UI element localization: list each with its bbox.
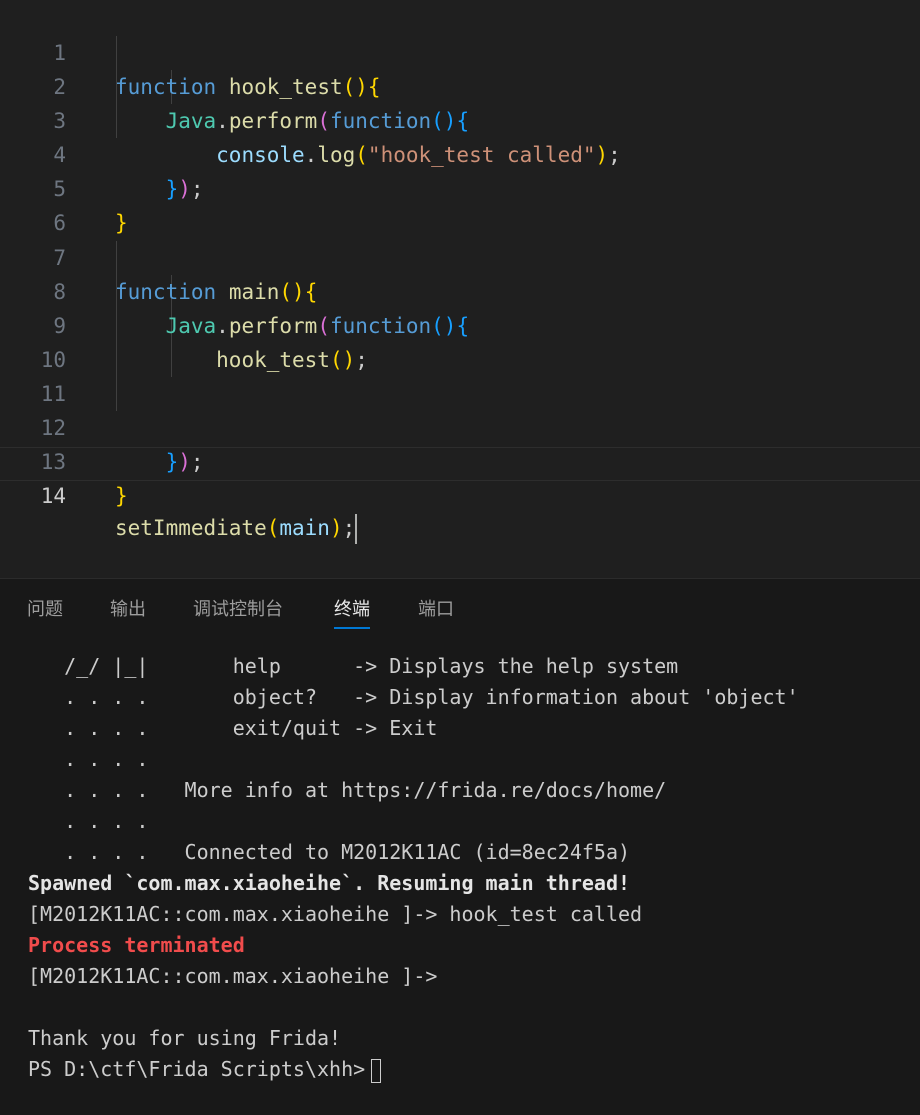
tab-ports[interactable]: 端口 [418,597,454,623]
bottom-panel: 问题 输出 调试控制台 终端 端口 /_/ |_| help -> Displa… [0,578,920,1115]
tab-problems[interactable]: 问题 [27,597,63,623]
code-line[interactable]: 11 [0,343,920,406]
terminal-line: . . . . exit/quit -> Exit [28,716,438,740]
panel-tabs: 问题 输出 调试控制台 终端 端口 [0,579,920,639]
terminal-line: . . . . [28,809,149,833]
tab-terminal[interactable]: 终端 [334,597,370,629]
code-line[interactable]: 9 hook_test(); [0,275,920,372]
terminal-error-line: Process terminated [28,933,245,957]
terminal-line: . . . . [28,747,149,771]
terminal-ps-prompt[interactable]: PS D:\ctf\Frida Scripts\xhh> [28,1054,908,1085]
terminal-frida-prompt: [M2012K11AC::com.max.xiaoheihe ]-> [28,964,438,988]
terminal-output[interactable]: /_/ |_| help -> Displays the help system… [28,651,908,1085]
terminal-line: /_/ |_| help -> Displays the help system [28,654,679,678]
terminal-line: . . . . object? -> Display information a… [28,685,799,709]
code-line[interactable]: 5 } [0,138,920,235]
code-line[interactable]: 12 }); [0,377,920,474]
code-line[interactable]: 10 [0,309,920,372]
ps-prompt-text: PS D:\ctf\Frida Scripts\xhh> [28,1057,366,1081]
line-number-active: 14 [40,484,66,508]
terminal-line: . . . . More info at https://frida.re/do… [28,778,667,802]
code-line[interactable]: 2 Java.perform(function(){ [0,36,920,133]
text-cursor [355,514,358,544]
code-text: } [115,484,128,508]
terminal-cursor [371,1058,382,1083]
terminal-thanks-line: Thank you for using Frida! [28,1026,342,1050]
code-text: setImmediate(main); [115,512,358,544]
tab-output[interactable]: 输出 [110,597,146,623]
code-line[interactable]: 7 function main(){ [0,207,920,304]
code-line[interactable]: 3 console.log("hook_test called"); [0,70,920,167]
code-line[interactable]: 13 } [0,411,920,508]
terminal-line: . . . . Connected to M2012K11AC (id=8ec2… [28,840,631,864]
code-line[interactable]: 1 function hook_test(){ [0,2,920,99]
code-editor[interactable]: 1 function hook_test(){ 2 Java.perform(f… [0,0,920,578]
terminal-spawned-line: Spawned `com.max.xiaoheihe`. Resuming ma… [28,871,631,895]
tab-debug-console[interactable]: 调试控制台 [193,597,283,623]
code-line[interactable]: 8 Java.perform(function(){ [0,241,920,338]
terminal-hook-output-line: [M2012K11AC::com.max.xiaoheihe ]-> hook_… [28,902,643,926]
current-code-line[interactable]: 14 setImmediate(main); [0,447,920,544]
code-line[interactable]: 4 }); [0,104,920,201]
code-line[interactable]: 6 [0,172,920,235]
